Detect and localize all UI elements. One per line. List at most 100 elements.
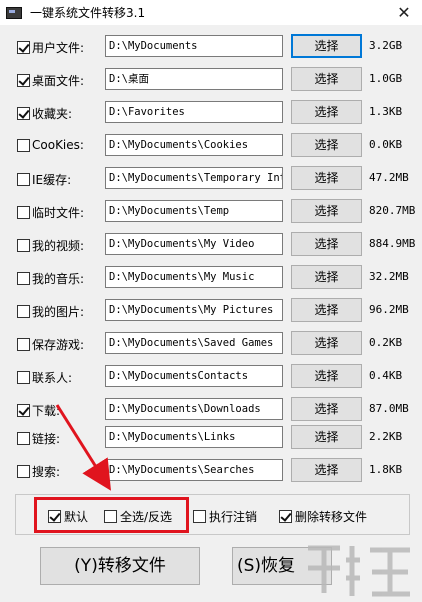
path-input[interactable]: D:\MyDocuments\Downloads [105, 398, 283, 420]
folder-checkbox[interactable] [17, 41, 30, 54]
folder-checkbox[interactable] [17, 305, 30, 318]
select-folder-button[interactable]: 选择 [291, 298, 362, 322]
select-folder-button[interactable]: 选择 [291, 397, 362, 421]
highlight-annotation [34, 497, 189, 533]
folder-row: 保存游戏: D:\MyDocuments\Saved Games 选择 0.2KB [0, 330, 422, 358]
folder-option[interactable]: 用户文件: [17, 39, 84, 56]
folder-size: 1.8KB [369, 463, 403, 476]
folder-size: 0.4KB [369, 369, 403, 382]
path-input[interactable]: D:\MyDocuments [105, 35, 283, 57]
folder-row: 下载: D:\MyDocuments\Downloads 选择 87.0MB [0, 396, 422, 424]
path-input[interactable]: D:\MyDocuments\Links [105, 426, 283, 448]
path-input[interactable]: D:\MyDocuments\My Video [105, 233, 283, 255]
folder-size: 96.2MB [369, 303, 409, 316]
folder-option[interactable]: IE缓存: [17, 171, 71, 188]
select-folder-button[interactable]: 选择 [291, 458, 362, 482]
folder-option[interactable]: 搜索: [17, 463, 60, 480]
folder-checkbox[interactable] [17, 404, 30, 417]
run-logoff-label: 执行注销 [209, 510, 258, 524]
folder-option[interactable]: 我的视频: [17, 237, 84, 254]
select-folder-button[interactable]: 选择 [291, 331, 362, 355]
folder-size: 87.0MB [369, 402, 409, 415]
run-logoff-checkbox[interactable] [193, 510, 206, 523]
folder-checkbox[interactable] [17, 239, 30, 252]
folder-option[interactable]: 联系人: [17, 369, 72, 386]
select-folder-button[interactable]: 选择 [291, 67, 362, 91]
close-button[interactable]: ✕ [386, 0, 422, 25]
select-folder-button[interactable]: 选择 [291, 199, 362, 223]
path-input[interactable]: D:\MyDocuments\Saved Games [105, 332, 283, 354]
folder-row: 桌面文件: D:\桌面 选择 1.0GB [0, 66, 422, 94]
path-input[interactable]: D:\MyDocuments\My Pictures [105, 299, 283, 321]
path-input[interactable]: D:\MyDocuments\Searches [105, 459, 283, 481]
folder-option[interactable]: CooKies: [17, 138, 84, 152]
folder-label: 链接: [32, 432, 61, 446]
folder-checkbox[interactable] [17, 432, 30, 445]
folder-option[interactable]: 临时文件: [17, 204, 84, 221]
select-folder-button[interactable]: 选择 [291, 133, 362, 157]
folder-option[interactable]: 链接: [17, 430, 60, 447]
folder-row: 联系人: D:\MyDocumentsContacts 选择 0.4KB [0, 363, 422, 391]
folder-label: 我的音乐: [32, 272, 85, 286]
folder-option[interactable]: 我的图片: [17, 303, 84, 320]
folder-option[interactable]: 桌面文件: [17, 72, 84, 89]
path-input[interactable]: D:\MyDocuments\Temporary Inte [105, 167, 283, 189]
folder-checkbox[interactable] [17, 173, 30, 186]
folder-row: 收藏夹: D:\Favorites 选择 1.3KB [0, 99, 422, 127]
folder-row: 我的图片: D:\MyDocuments\My Pictures 选择 96.2MB [0, 297, 422, 325]
select-folder-button[interactable]: 选择 [291, 364, 362, 388]
select-folder-button[interactable]: 选择 [291, 425, 362, 449]
folder-label: 收藏夹: [32, 107, 73, 121]
folder-row: IE缓存: D:\MyDocuments\Temporary Inte 选择 47.2… [0, 165, 422, 193]
select-folder-button[interactable]: 选择 [291, 34, 362, 58]
folder-label: IE缓存: [32, 173, 72, 187]
folder-row: 临时文件: D:\MyDocuments\Temp 选择 820.7MB [0, 198, 422, 226]
select-folder-button[interactable]: 选择 [291, 100, 362, 124]
delete-moved-label: 删除转移文件 [295, 510, 368, 524]
path-input[interactable]: D:\MyDocumentsContacts [105, 365, 283, 387]
folder-size: 884.9MB [369, 237, 416, 250]
transfer-files-button[interactable]: (Y)转移文件 [40, 547, 200, 585]
delete-moved-checkbox[interactable] [279, 510, 292, 523]
path-input[interactable]: D:\MyDocuments\Temp [105, 200, 283, 222]
folder-size: 32.2MB [369, 270, 409, 283]
folder-label: 下载: [32, 404, 61, 418]
folder-option[interactable]: 我的音乐: [17, 270, 84, 287]
folder-checkbox[interactable] [17, 107, 30, 120]
select-folder-button[interactable]: 选择 [291, 265, 362, 289]
folder-checkbox[interactable] [17, 74, 30, 87]
folder-checkbox[interactable] [17, 338, 30, 351]
folder-option[interactable]: 保存游戏: [17, 336, 84, 353]
select-folder-button[interactable]: 选择 [291, 232, 362, 256]
run-logoff-option[interactable]: 执行注销 [193, 508, 257, 525]
restore-button[interactable]: (S)恢复 [232, 547, 332, 585]
path-input[interactable]: D:\MyDocuments\My Music [105, 266, 283, 288]
folder-size: 820.7MB [369, 204, 416, 217]
folder-checkbox[interactable] [17, 465, 30, 478]
select-folder-button[interactable]: 选择 [291, 166, 362, 190]
folder-checkbox[interactable] [17, 206, 30, 219]
folder-label: 临时文件: [32, 206, 85, 220]
path-input[interactable]: D:\桌面 [105, 68, 283, 90]
folder-label: CooKies: [32, 138, 84, 152]
folder-option[interactable]: 收藏夹: [17, 105, 72, 122]
folder-option[interactable]: 下载: [17, 402, 60, 419]
title-bar: 一键系统文件转移3.1 ✕ [0, 0, 422, 25]
folder-row: 我的音乐: D:\MyDocuments\My Music 选择 32.2MB [0, 264, 422, 292]
folder-row: 我的视频: D:\MyDocuments\My Video 选择 884.9MB [0, 231, 422, 259]
path-input[interactable]: D:\MyDocuments\Cookies [105, 134, 283, 156]
folder-size: 1.3KB [369, 105, 403, 118]
folder-label: 保存游戏: [32, 338, 85, 352]
delete-moved-option[interactable]: 删除转移文件 [279, 508, 367, 525]
window-title: 一键系统文件转移3.1 [30, 6, 146, 20]
folder-row: CooKies: D:\MyDocuments\Cookies 选择 0.0KB [0, 132, 422, 160]
folder-label: 用户文件: [32, 41, 85, 55]
folder-checkbox[interactable] [17, 371, 30, 384]
folder-size: 2.2KB [369, 430, 403, 443]
folder-row: 搜索: D:\MyDocuments\Searches 选择 1.8KB [0, 457, 422, 485]
folder-size: 0.2KB [369, 336, 403, 349]
folder-row: 用户文件: D:\MyDocuments 选择 3.2GB [0, 33, 422, 61]
folder-checkbox[interactable] [17, 272, 30, 285]
path-input[interactable]: D:\Favorites [105, 101, 283, 123]
folder-checkbox[interactable] [17, 138, 30, 152]
